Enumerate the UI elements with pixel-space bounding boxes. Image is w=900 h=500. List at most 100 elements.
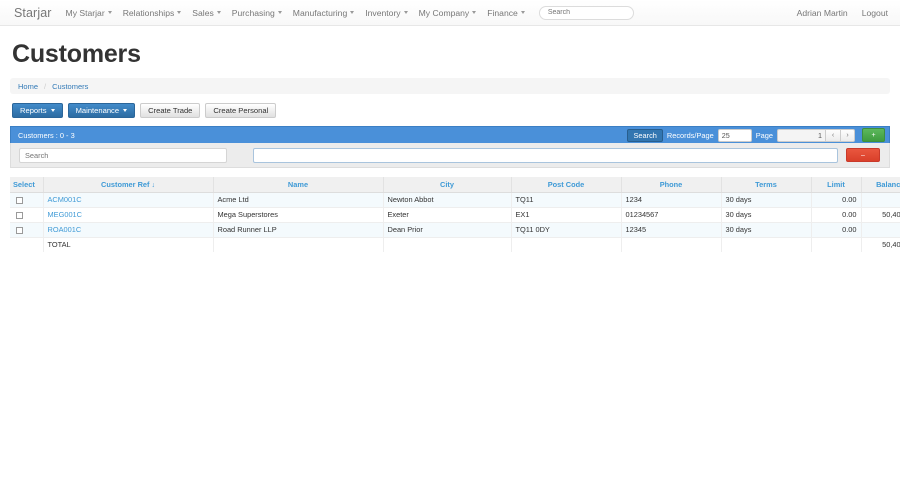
column-header-city[interactable]: City xyxy=(383,177,511,192)
total-balance-cell: 50,400.00 xyxy=(861,237,900,252)
column-label: Balance xyxy=(876,180,900,189)
row-phone-cell: 01234567 xyxy=(621,207,721,222)
column-header-name[interactable]: Name xyxy=(213,177,383,192)
search-filter-row: – xyxy=(10,143,890,168)
chevron-down-icon xyxy=(472,11,476,14)
create-personal-button[interactable]: Create Personal xyxy=(205,103,276,118)
nav-item-inventory[interactable]: Inventory xyxy=(365,8,407,18)
row-post-code-cell: TQ11 xyxy=(511,192,621,207)
records-per-page-input[interactable] xyxy=(718,129,752,142)
row-name-cell: Road Runner LLP xyxy=(213,222,383,237)
table-row[interactable]: MEG001C Mega Superstores Exeter EX1 0123… xyxy=(10,207,900,222)
table-row[interactable]: ROA001C Road Runner LLP Dean Prior TQ11 … xyxy=(10,222,900,237)
nav-item-relationships[interactable]: Relationships xyxy=(123,8,182,18)
nav-item-label: Relationships xyxy=(123,8,175,18)
panel-header-controls: Search Records/Page Page ‹ › + xyxy=(627,128,885,142)
table-total-row: TOTAL 50,400.00 xyxy=(10,237,900,252)
column-label: Limit xyxy=(827,180,845,189)
row-select-cell xyxy=(10,192,43,207)
chevron-down-icon xyxy=(217,11,221,14)
reports-dropdown-button[interactable]: Reports xyxy=(12,103,63,118)
customers-panel: Customers : 0 - 3 Search Records/Page Pa… xyxy=(10,126,890,168)
chevron-down-icon xyxy=(123,109,127,112)
nav-item-my-company[interactable]: My Company xyxy=(419,8,477,18)
chevron-down-icon xyxy=(404,11,408,14)
row-city-cell: Exeter xyxy=(383,207,511,222)
column-label: Select xyxy=(13,180,35,189)
column-header-select[interactable]: Select xyxy=(10,177,43,192)
previous-page-icon[interactable]: ‹ xyxy=(825,129,840,142)
records-per-page-label: Records/Page xyxy=(667,131,714,140)
page-label: Page xyxy=(756,131,773,140)
row-city-cell: Newton Abbot xyxy=(383,192,511,207)
nav-item-label: Sales xyxy=(192,8,214,18)
row-terms-cell: 30 days xyxy=(721,207,811,222)
page-number-input[interactable] xyxy=(777,129,825,142)
clear-search-button[interactable]: – xyxy=(846,148,880,162)
maintenance-label: Maintenance xyxy=(76,107,119,115)
nav-item-finance[interactable]: Finance xyxy=(487,8,525,18)
nav-item-label: Finance xyxy=(487,8,518,18)
add-record-button[interactable]: + xyxy=(862,128,885,142)
row-phone-cell: 1234 xyxy=(621,192,721,207)
row-post-code-cell: TQ11 0DY xyxy=(511,222,621,237)
row-post-code-cell: EX1 xyxy=(511,207,621,222)
top-navbar: Starjar My Starjar Relationships Sales P… xyxy=(0,0,900,26)
global-search-input[interactable] xyxy=(539,6,634,20)
search-query-input[interactable] xyxy=(253,148,838,163)
panel-title: Customers : 0 - 3 xyxy=(18,131,75,140)
row-checkbox[interactable] xyxy=(16,212,23,219)
row-checkbox[interactable] xyxy=(16,197,23,204)
column-header-phone[interactable]: Phone xyxy=(621,177,721,192)
row-customer-ref-cell: MEG001C xyxy=(43,207,213,222)
breadcrumb: Home / Customers xyxy=(10,78,890,94)
column-label: Phone xyxy=(660,180,683,189)
search-filter-input[interactable] xyxy=(19,148,227,163)
action-toolbar: Reports Maintenance Create Trade Create … xyxy=(12,103,900,118)
nav-item-my-starjar[interactable]: My Starjar xyxy=(66,8,112,18)
breadcrumb-separator: / xyxy=(44,82,46,91)
total-label-cell: TOTAL xyxy=(43,237,213,252)
column-header-customer-ref[interactable]: Customer Ref↓ xyxy=(43,177,213,192)
pagination-group: ‹ › xyxy=(777,129,855,142)
column-header-balance[interactable]: Balance xyxy=(861,177,900,192)
maintenance-dropdown-button[interactable]: Maintenance xyxy=(68,103,135,118)
breadcrumb-customers[interactable]: Customers xyxy=(52,82,88,91)
user-account-link[interactable]: Adrian Martin xyxy=(797,8,848,18)
row-name-cell: Acme Ltd xyxy=(213,192,383,207)
row-customer-ref-cell: ACM001C xyxy=(43,192,213,207)
customer-ref-link[interactable]: ROA001C xyxy=(48,225,82,234)
table-row[interactable]: ACM001C Acme Ltd Newton Abbot TQ11 1234 … xyxy=(10,192,900,207)
row-limit-cell: 0.00 xyxy=(811,207,861,222)
navbar-right: Adrian Martin Logout xyxy=(797,8,888,18)
brand-logo[interactable]: Starjar xyxy=(14,6,52,20)
column-header-limit[interactable]: Limit xyxy=(811,177,861,192)
row-name-cell: Mega Superstores xyxy=(213,207,383,222)
row-phone-cell: 12345 xyxy=(621,222,721,237)
customer-ref-link[interactable]: ACM001C xyxy=(48,195,82,204)
nav-item-sales[interactable]: Sales xyxy=(192,8,221,18)
nav-item-label: My Starjar xyxy=(66,8,105,18)
table-header-row: Select Customer Ref↓ Name City Post Code… xyxy=(10,177,900,192)
nav-item-purchasing[interactable]: Purchasing xyxy=(232,8,282,18)
customer-ref-link[interactable]: MEG001C xyxy=(48,210,83,219)
total-empty-phone xyxy=(621,237,721,252)
column-label: City xyxy=(440,180,454,189)
row-limit-cell: 0.00 xyxy=(811,192,861,207)
search-button[interactable]: Search xyxy=(627,129,662,142)
reports-label: Reports xyxy=(20,107,47,115)
total-empty-city xyxy=(383,237,511,252)
next-page-icon[interactable]: › xyxy=(840,129,855,142)
nav-item-manufacturing[interactable]: Manufacturing xyxy=(293,8,354,18)
sort-descending-icon: ↓ xyxy=(151,182,155,189)
create-trade-button[interactable]: Create Trade xyxy=(140,103,200,118)
row-checkbox[interactable] xyxy=(16,227,23,234)
chevron-down-icon xyxy=(350,11,354,14)
breadcrumb-home[interactable]: Home xyxy=(18,82,38,91)
logout-link[interactable]: Logout xyxy=(862,8,888,18)
column-header-terms[interactable]: Terms xyxy=(721,177,811,192)
column-header-post-code[interactable]: Post Code xyxy=(511,177,621,192)
nav-menu: My Starjar Relationships Sales Purchasin… xyxy=(66,6,634,20)
row-city-cell: Dean Prior xyxy=(383,222,511,237)
row-customer-ref-cell: ROA001C xyxy=(43,222,213,237)
